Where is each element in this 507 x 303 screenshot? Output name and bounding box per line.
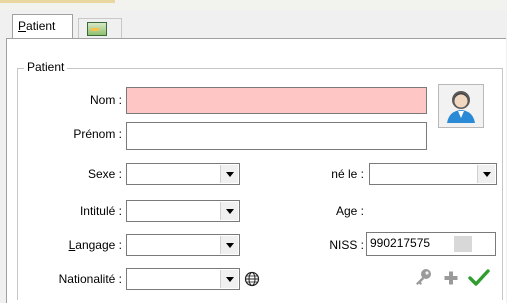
plus-icon[interactable] [443, 270, 459, 286]
langage-label-text: angage : [75, 238, 122, 252]
group-title: Patient [24, 60, 68, 74]
globe-icon[interactable] [244, 271, 260, 287]
prenom-field[interactable] [126, 122, 427, 150]
intitule-label: Intitulé : [79, 204, 122, 218]
card-icon [87, 22, 107, 36]
chevron-down-icon [220, 202, 238, 220]
photo-button[interactable] [438, 84, 484, 128]
chevron-down-icon [220, 236, 238, 254]
niss-field[interactable]: 990217575 [366, 232, 496, 256]
nationalite-label: Nationalité : [58, 272, 122, 286]
tab-patient-accesskey: P [18, 19, 27, 33]
niss-label: NISS : [329, 238, 364, 252]
niss-value: 990217575 [370, 236, 431, 250]
age-label: Age : [335, 204, 364, 218]
chevron-down-icon [220, 165, 238, 183]
user-icon [447, 91, 475, 123]
chevron-down-icon [477, 165, 495, 183]
prenom-label: Prénom : [73, 127, 122, 141]
tab-card[interactable] [78, 18, 122, 38]
nationalite-select[interactable] [126, 268, 240, 290]
tab-patient[interactable]: Patient [12, 14, 73, 38]
check-icon[interactable] [468, 268, 490, 288]
sexe-select[interactable] [126, 163, 240, 185]
intitule-select[interactable] [126, 200, 240, 222]
redacted-block [454, 236, 472, 252]
nom-label: Nom : [89, 93, 122, 107]
birthdate-picker[interactable] [369, 163, 497, 185]
title-accent [0, 0, 115, 3]
ne-le-label: né le : [331, 167, 364, 181]
langage-label: Langage : [50, 238, 122, 252]
chevron-down-icon [220, 270, 238, 288]
key-icon[interactable] [413, 267, 433, 287]
nom-field[interactable] [126, 87, 427, 114]
sexe-label: Sexe : [87, 167, 122, 181]
tab-patient-label: atient [26, 19, 56, 33]
langage-select[interactable] [126, 234, 240, 256]
